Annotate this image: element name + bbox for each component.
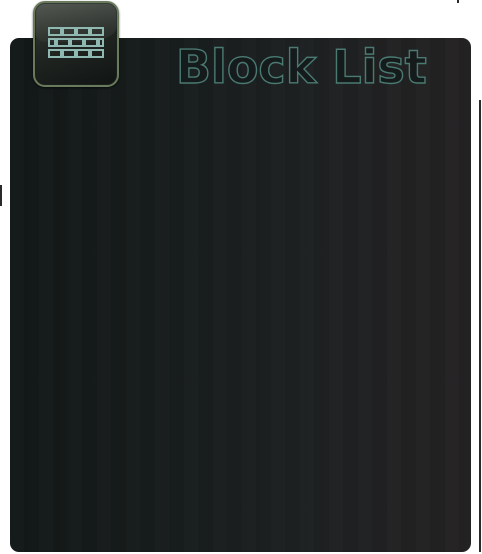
page-title: Block List <box>175 39 427 94</box>
left-edge-mark <box>0 185 2 206</box>
brick-wall-glyph <box>48 27 104 58</box>
top-right-mark <box>457 0 459 3</box>
brick-wall-icon[interactable] <box>33 1 119 87</box>
block-list-panel <box>10 38 471 552</box>
right-edge-bar <box>479 100 481 552</box>
panel-texture <box>10 38 471 552</box>
block-list-window: Block List <box>0 0 482 554</box>
